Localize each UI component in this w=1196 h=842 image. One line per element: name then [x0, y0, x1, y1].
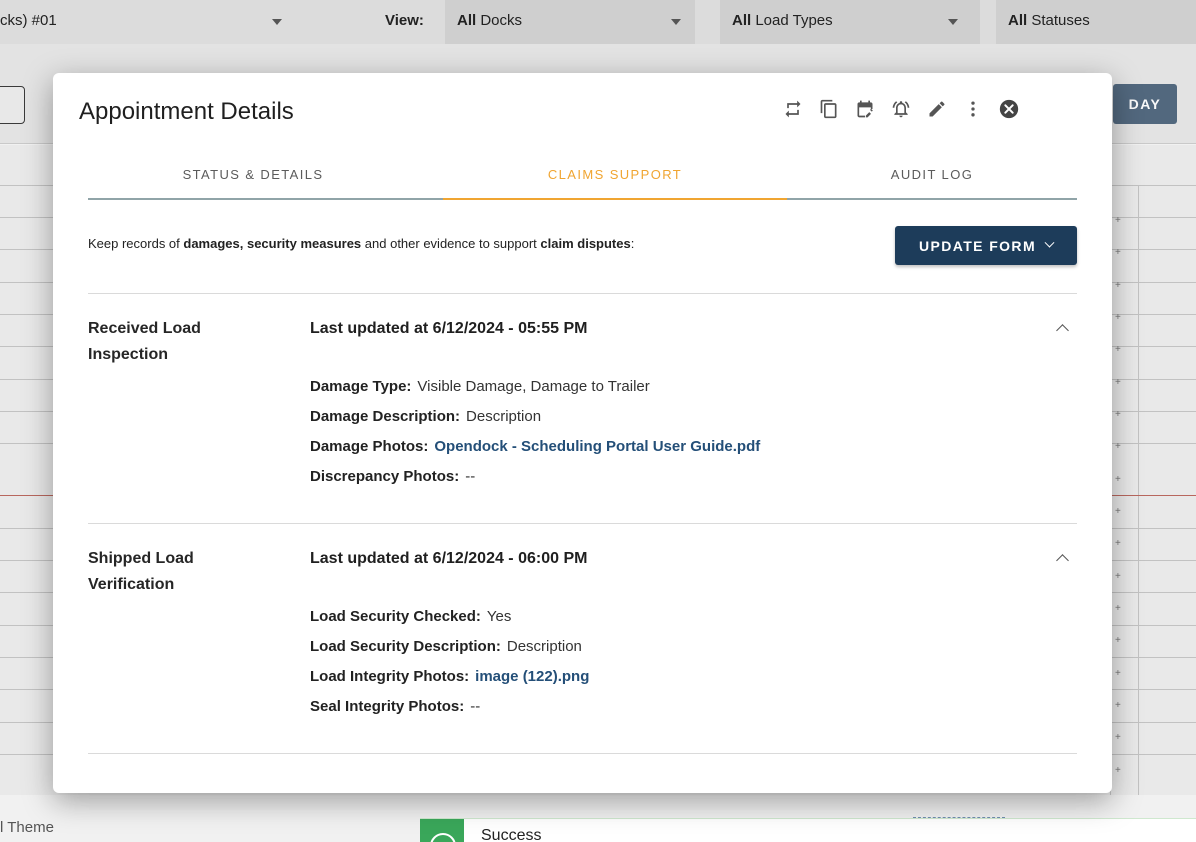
add-slot-icon[interactable]: +: [1115, 344, 1121, 355]
field-load-security-checked: Load Security Checked: Yes: [310, 608, 511, 625]
field-key: Discrepancy Photos:: [310, 468, 460, 485]
add-slot-icon[interactable]: +: [1115, 377, 1121, 388]
intro-text-3: :: [630, 236, 635, 251]
pencil-icon[interactable]: [919, 95, 955, 123]
field-key: Load Security Description:: [310, 638, 501, 655]
add-slot-icon[interactable]: +: [1115, 700, 1121, 711]
update-form-label: UPDATE FORM: [918, 237, 1037, 254]
tab-status-details[interactable]: STATUS & DETAILS: [88, 159, 418, 200]
success-check-icon: [420, 819, 464, 842]
integrity-photo-link[interactable]: image (122).png: [475, 668, 589, 685]
field-value: --: [470, 698, 481, 715]
field-key: Damage Type:: [310, 378, 412, 395]
add-slot-icon[interactable]: +: [1115, 474, 1121, 485]
field-value: Description: [506, 638, 582, 655]
dock-filter-all: All: [457, 12, 477, 29]
chevron-down-icon: [1044, 237, 1055, 248]
dock-selector-text[interactable]: cks) #01: [0, 12, 57, 29]
field-key: Seal Integrity Photos:: [310, 698, 465, 715]
copy-icon[interactable]: [811, 95, 847, 123]
reschedule-icon[interactable]: [775, 95, 811, 123]
theme-toggle-label[interactable]: l Theme: [0, 819, 54, 836]
chevron-down-icon: [671, 19, 681, 25]
intro-text-1: Keep records of: [88, 236, 184, 251]
success-toast: Success: [420, 818, 1196, 842]
load-type-filter-value: Load Types: [755, 12, 833, 29]
toast-title: Success: [481, 827, 542, 842]
load-type-filter-select[interactable]: All Load Types: [720, 0, 980, 44]
tab-audit-log[interactable]: AUDIT LOG: [787, 159, 1077, 200]
section-divider: [88, 753, 1077, 754]
status-filter-select[interactable]: All Statuses: [996, 0, 1196, 44]
chevron-down-icon: [948, 19, 958, 25]
collapse-chevron-icon[interactable]: [1056, 324, 1069, 337]
dialog-actions: [775, 95, 1027, 123]
field-key: Load Security Checked:: [310, 608, 481, 625]
add-slot-icon[interactable]: +: [1115, 247, 1121, 258]
shipped-last-updated: Last updated at 6/12/2024 - 06:00 PM: [310, 550, 588, 567]
load-type-filter-all: All: [732, 12, 752, 29]
intro-bold-2: claim disputes: [540, 236, 631, 251]
today-button[interactable]: [0, 86, 25, 124]
filter-bar: cks) #01 View: All Docks All Load Types …: [0, 0, 1196, 44]
field-damage-description: Damage Description: Description: [310, 408, 541, 425]
field-key: Load Integrity Photos:: [310, 668, 470, 685]
field-key: Damage Description:: [310, 408, 461, 425]
received-last-updated: Last updated at 6/12/2024 - 05:55 PM: [310, 320, 588, 337]
dock-filter-select[interactable]: All Docks: [445, 0, 695, 44]
claims-intro-text: Keep records of damages, security measur…: [88, 236, 634, 251]
damage-photo-link[interactable]: Opendock - Scheduling Portal User Guide.…: [434, 438, 760, 455]
add-slot-icon[interactable]: +: [1115, 732, 1121, 743]
add-slot-icon[interactable]: +: [1115, 280, 1121, 291]
view-label: View:: [385, 12, 424, 29]
received-load-inspection-label: Received Load Inspection: [88, 320, 201, 363]
field-value: Yes: [486, 608, 512, 625]
field-key: Damage Photos:: [310, 438, 429, 455]
status-filter-all: All: [1008, 12, 1028, 29]
dialog-title: Appointment Details: [79, 98, 294, 125]
update-form-button[interactable]: UPDATE FORM: [895, 226, 1077, 265]
dialog-tabs: STATUS & DETAILS CLAIMS SUPPORT AUDIT LO…: [88, 159, 1077, 200]
field-seal-integrity-photos: Seal Integrity Photos: --: [310, 698, 480, 715]
field-load-security-description: Load Security Description: Description: [310, 638, 582, 655]
add-slot-icon[interactable]: +: [1115, 635, 1121, 646]
add-slot-icon[interactable]: +: [1115, 441, 1121, 452]
tab-claims-support[interactable]: CLAIMS SUPPORT: [443, 159, 787, 200]
grid-column-divider: [1138, 185, 1139, 795]
appointment-details-dialog: Appointment Details STATUS & DETAILS CLA…: [53, 73, 1112, 793]
day-view-button[interactable]: DAY: [1113, 84, 1177, 124]
status-filter-value: Statuses: [1031, 12, 1090, 29]
alarm-icon[interactable]: [883, 95, 919, 123]
section-divider: [88, 523, 1077, 524]
add-slot-icon[interactable]: +: [1115, 538, 1121, 549]
add-slot-icon[interactable]: +: [1115, 571, 1121, 582]
add-slot-icon[interactable]: +: [1115, 215, 1121, 226]
section-divider: [88, 293, 1077, 294]
field-value: --: [465, 468, 476, 485]
intro-text-2: and other evidence to support: [361, 236, 541, 251]
field-damage-photos: Damage Photos: Opendock - Scheduling Port…: [310, 438, 760, 455]
field-value: Visible Damage, Damage to Trailer: [417, 378, 650, 395]
add-slot-icon[interactable]: +: [1115, 312, 1121, 323]
dock-filter-value: Docks: [480, 12, 523, 29]
field-load-integrity-photos: Load Integrity Photos: image (122).png: [310, 668, 589, 685]
add-slot-icon[interactable]: +: [1115, 506, 1121, 517]
field-damage-type: Damage Type: Visible Damage, Damage to Tr…: [310, 378, 650, 395]
dock-selector-caret-icon[interactable]: [272, 19, 282, 25]
edit-calendar-icon[interactable]: [847, 95, 883, 123]
more-vert-icon[interactable]: [955, 95, 991, 123]
add-slot-icon[interactable]: +: [1115, 765, 1121, 776]
collapse-chevron-icon[interactable]: [1056, 554, 1069, 567]
add-slot-icon[interactable]: +: [1115, 409, 1121, 420]
field-value: Description: [466, 408, 542, 425]
close-icon[interactable]: [991, 95, 1027, 123]
add-slot-icon[interactable]: +: [1115, 668, 1121, 679]
field-discrepancy-photos: Discrepancy Photos: --: [310, 468, 475, 485]
add-slot-icon[interactable]: +: [1115, 603, 1121, 614]
intro-bold-1: damages, security measures: [183, 236, 362, 251]
shipped-load-verification-label: Shipped Load Verification: [88, 550, 194, 593]
